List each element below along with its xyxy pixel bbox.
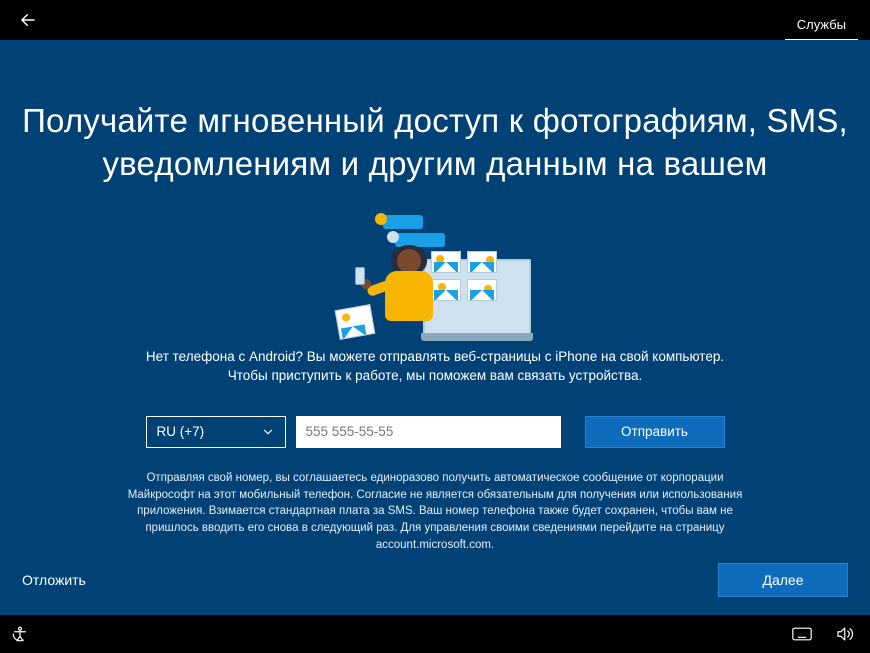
postpone-link[interactable]: Отложить — [22, 572, 86, 588]
arrow-left-icon — [19, 11, 37, 29]
country-code-select[interactable]: RU (+7) — [146, 416, 286, 448]
phone-form: RU (+7) Отправить — [146, 416, 725, 448]
accessibility-icon — [11, 625, 29, 643]
system-bar — [0, 615, 870, 653]
keyboard-icon — [792, 627, 812, 641]
link-phone-illustration — [335, 221, 535, 341]
send-button[interactable]: Отправить — [585, 416, 725, 448]
footer-actions: Отложить Далее — [0, 563, 870, 597]
chevron-down-icon — [261, 425, 275, 439]
next-button[interactable]: Далее — [718, 563, 848, 597]
tab-services[interactable]: Службы — [793, 7, 850, 40]
subhead-text: Нет телефона с Android? Вы можете отправ… — [145, 347, 725, 386]
back-button[interactable] — [16, 8, 40, 32]
phone-number-input[interactable] — [296, 416, 561, 448]
legal-text: Отправляя свой номер, вы соглашаетесь ед… — [115, 470, 755, 553]
keyboard-layout-button[interactable] — [792, 624, 812, 644]
country-code-value: RU (+7) — [157, 424, 205, 439]
volume-button[interactable] — [834, 624, 854, 644]
speaker-icon — [835, 625, 853, 643]
title-bar: Службы — [0, 0, 870, 40]
page-title: Получайте мгновенный доступ к фотография… — [0, 100, 870, 186]
ease-of-access-button[interactable] — [10, 624, 30, 644]
header-tabs: Службы — [793, 0, 850, 40]
oobe-panel: Получайте мгновенный доступ к фотография… — [0, 40, 870, 615]
